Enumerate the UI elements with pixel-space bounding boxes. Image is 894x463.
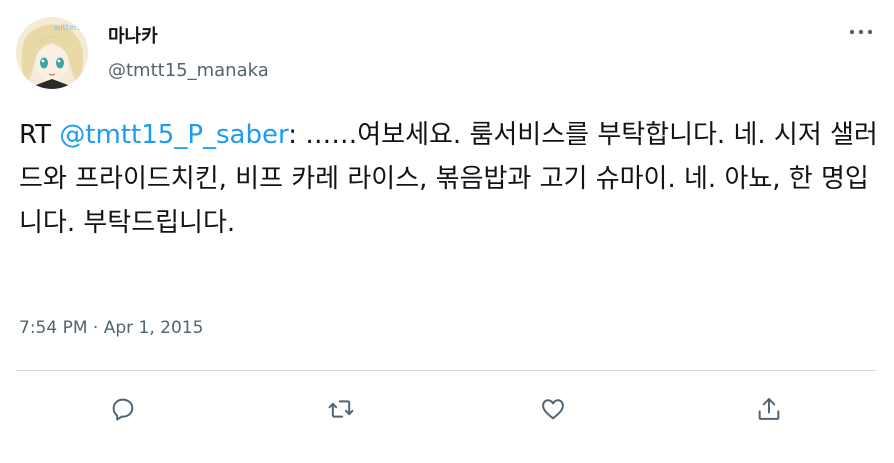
user-handle[interactable]: @tmtt15_manaka: [108, 60, 269, 81]
avatar-text: witter20: [54, 23, 87, 32]
meta-separator: ·: [87, 318, 104, 338]
retweet-button[interactable]: [324, 392, 358, 426]
display-name[interactable]: 마나카: [108, 22, 158, 48]
more-options-button[interactable]: [846, 22, 876, 42]
mention-link[interactable]: @tmtt15_P_saber: [59, 120, 288, 150]
reply-button[interactable]: [106, 392, 140, 426]
heart-icon: [542, 399, 564, 420]
more-icon: [849, 29, 873, 35]
rt-prefix: RT: [19, 120, 60, 150]
avatar-illustration: witter20: [16, 17, 88, 89]
tweet-timestamp[interactable]: 7:54 PM · Apr 1, 2015: [19, 318, 203, 338]
divider: [16, 370, 876, 371]
tweet-text: RT @tmtt15_P_saber: ……여보세요. 룸서비스를 부탁합니다.…: [19, 113, 879, 245]
like-button[interactable]: [536, 392, 570, 426]
avatar[interactable]: witter20: [16, 17, 88, 89]
reply-icon: [112, 398, 134, 421]
retweet-icon: [328, 400, 354, 418]
tweet-card: witter20 마나카 @tmtt15_manaka RT @tmtt15_P…: [0, 0, 894, 463]
share-button[interactable]: [752, 392, 786, 426]
tweet-date: Apr 1, 2015: [103, 318, 204, 338]
tweet-time: 7:54 PM: [19, 318, 88, 338]
share-icon: [758, 398, 780, 420]
